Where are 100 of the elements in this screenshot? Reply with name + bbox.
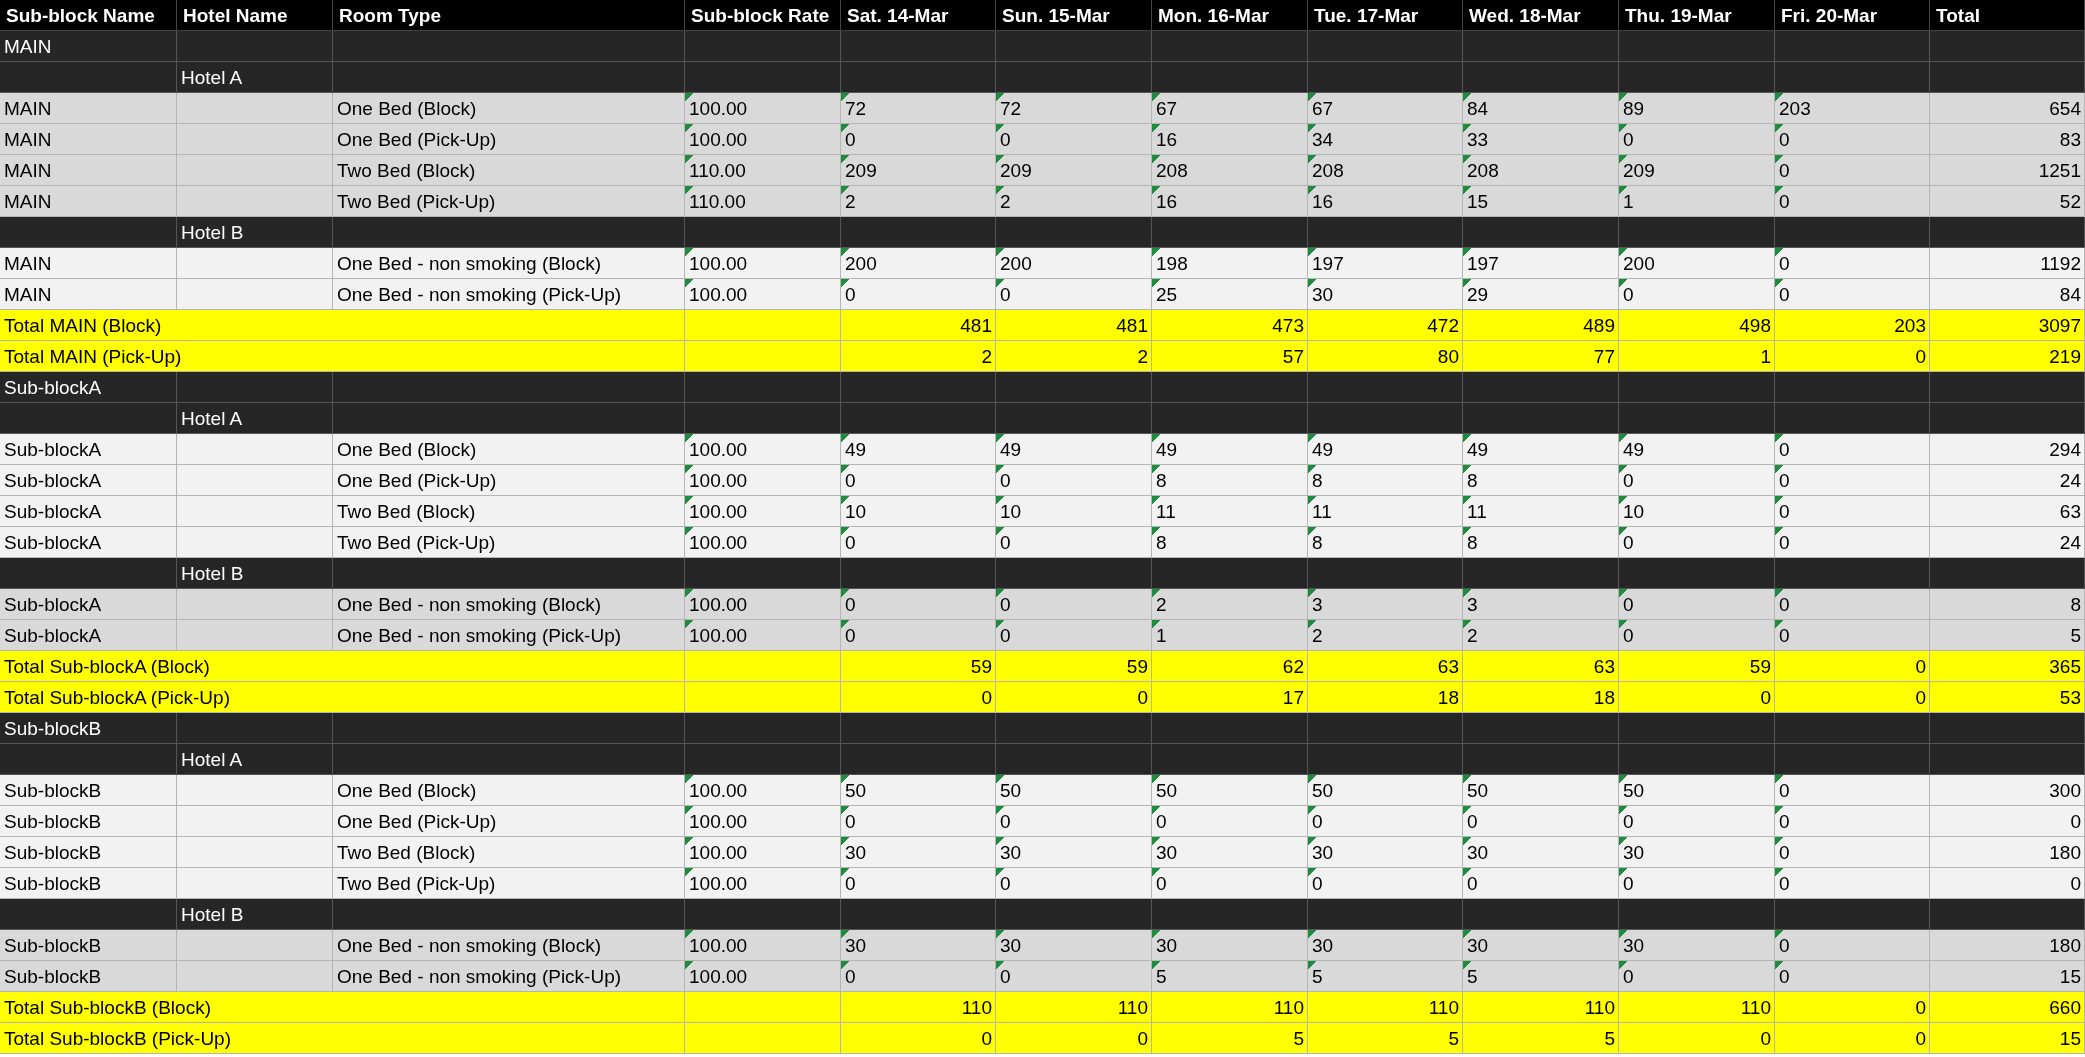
table-cell-text: 0 <box>1914 1027 1927 1051</box>
table-cell-text: 80 <box>1436 345 1460 369</box>
table-cell-text: One Bed - non smoking (Pick-Up) <box>336 624 623 648</box>
table-cell-text: 0 <box>1914 686 1927 710</box>
table-cell-text: Two Bed (Pick-Up) <box>336 190 497 214</box>
table-cell-text: Sub-blockA <box>3 531 103 555</box>
table-cell-text: One Bed (Block) <box>336 779 478 803</box>
table-cell-text: One Bed (Block) <box>336 97 478 121</box>
table-cell-text: MAIN <box>3 252 53 276</box>
table-cell-text: Sub-blockA <box>3 624 103 648</box>
column-header: Wed. 18-Mar <box>1468 4 1582 28</box>
table-cell-text: 110 <box>1427 996 1460 1020</box>
table-cell-text: 498 <box>1738 314 1772 338</box>
column-header: Total <box>1935 4 1981 28</box>
table-cell-text: 57 <box>1281 345 1305 369</box>
table-cell-text: MAIN <box>3 283 53 307</box>
table-cell-text: 0 <box>1136 686 1149 710</box>
hotel-label: Hotel A <box>180 66 244 90</box>
table-cell-text: Sub-blockA <box>3 500 103 524</box>
table-cell-text: Two Bed (Pick-Up) <box>336 531 497 555</box>
table-cell-text: MAIN <box>3 128 53 152</box>
table-cell-text: 294 <box>2048 438 2082 462</box>
table-cell-text: 110 <box>1739 996 1772 1020</box>
table-cell-text: 63 <box>1592 655 1616 679</box>
table-cell-text: Sub-blockB <box>3 810 103 834</box>
column-header: Sun. 15-Mar <box>1001 4 1111 28</box>
table-cell-text: 84 <box>2058 283 2082 307</box>
table-cell-text: MAIN <box>3 190 53 214</box>
table-cell-text: One Bed (Pick-Up) <box>336 810 498 834</box>
table-cell-text: 110 <box>1116 996 1149 1020</box>
table-cell-text: One Bed - non smoking (Block) <box>336 934 602 958</box>
section-label: Sub-blockA <box>3 376 103 400</box>
hotel-label: Hotel B <box>180 221 245 245</box>
column-header: Sub-block Rate <box>690 4 831 28</box>
table-cell-text: 53 <box>2058 686 2082 710</box>
table-cell-text: 15 <box>2058 965 2082 989</box>
total-label: Total Sub-blockA (Pick-Up) <box>3 686 231 710</box>
table-cell-text: 365 <box>2048 655 2082 679</box>
hotel-label: Hotel B <box>180 903 245 927</box>
table-cell-text: 472 <box>1426 314 1460 338</box>
table-cell-text: One Bed - non smoking (Block) <box>336 593 602 617</box>
table-cell-text: 0 <box>1759 686 1772 710</box>
table-cell-text: 5 <box>1603 1027 1616 1051</box>
hotel-label: Hotel A <box>180 748 244 772</box>
table-cell-text: 0 <box>1759 1027 1772 1051</box>
total-label: Total Sub-blockB (Block) <box>3 996 212 1020</box>
table-cell-text: One Bed (Pick-Up) <box>336 469 498 493</box>
column-header: Mon. 16-Mar <box>1157 4 1270 28</box>
table-cell-text: 15 <box>2058 1027 2082 1051</box>
table-cell-text: 110 <box>960 996 993 1020</box>
table-cell-text: One Bed (Block) <box>336 438 478 462</box>
table-cell-text: One Bed - non smoking (Pick-Up) <box>336 965 623 989</box>
table-cell-text: 489 <box>1582 314 1616 338</box>
column-header: Sat. 14-Mar <box>846 4 950 28</box>
table-cell-text: 5 <box>2069 624 2082 648</box>
table-cell-text: Sub-blockA <box>3 438 103 462</box>
table-cell-text: Two Bed (Pick-Up) <box>336 872 497 896</box>
column-header: Fri. 20-Mar <box>1780 4 1879 28</box>
table-cell-text: 1192 <box>2039 252 2082 276</box>
table-cell-text: Sub-blockB <box>3 779 103 803</box>
table-cell-text: 1251 <box>2037 159 2082 183</box>
column-header: Hotel Name <box>182 4 289 28</box>
table-cell-text: 63 <box>1436 655 1460 679</box>
total-label: Total Sub-blockB (Pick-Up) <box>3 1027 233 1051</box>
table-cell-text: 59 <box>969 655 993 679</box>
table-cell-text: Sub-blockB <box>3 872 103 896</box>
total-label: Total Sub-blockA (Block) <box>3 655 211 679</box>
table-cell-text: 203 <box>1893 314 1927 338</box>
table-cell-text: MAIN <box>3 97 53 121</box>
table-cell-text: One Bed - non smoking (Pick-Up) <box>336 283 623 307</box>
table-cell-text: 1 <box>1759 345 1772 369</box>
column-header: Tue. 17-Mar <box>1313 4 1420 28</box>
table-cell-text: 0 <box>980 686 993 710</box>
table-cell-text: 5 <box>1447 1027 1460 1051</box>
table-cell-text: 481 <box>959 314 993 338</box>
section-label: MAIN <box>3 35 53 59</box>
column-header: Sub-block Name <box>5 4 156 28</box>
column-header: Thu. 19-Mar <box>1624 4 1733 28</box>
table-cell-text: Two Bed (Block) <box>336 841 477 865</box>
table-cell-text: Sub-blockB <box>3 934 103 958</box>
table-cell-text: 654 <box>2048 97 2082 121</box>
table-cell-text: 180 <box>2048 841 2082 865</box>
table-cell-text: 219 <box>2048 345 2082 369</box>
table-cell-text: 473 <box>1271 314 1305 338</box>
column-header: Room Type <box>338 4 443 28</box>
table-cell-text: 2 <box>980 345 993 369</box>
table-cell-text: 0 <box>1914 996 1927 1020</box>
table-cell-text: 0 <box>2069 872 2082 896</box>
hotel-label: Hotel A <box>180 407 244 431</box>
table-cell-text: Sub-blockA <box>3 469 103 493</box>
table-cell-text: 3097 <box>2037 314 2082 338</box>
table-cell-text: 481 <box>1115 314 1149 338</box>
table-cell-text: 110 <box>1583 996 1616 1020</box>
table-cell-text: 8 <box>2069 593 2082 617</box>
table-cell-text: 59 <box>1748 655 1772 679</box>
table-cell-text: 110 <box>1272 996 1305 1020</box>
table-cell-text: 0 <box>1914 655 1927 679</box>
table-cell-text: One Bed - non smoking (Block) <box>336 252 602 276</box>
table-cell-text: Sub-blockA <box>3 593 103 617</box>
table-cell-text: 180 <box>2048 934 2082 958</box>
